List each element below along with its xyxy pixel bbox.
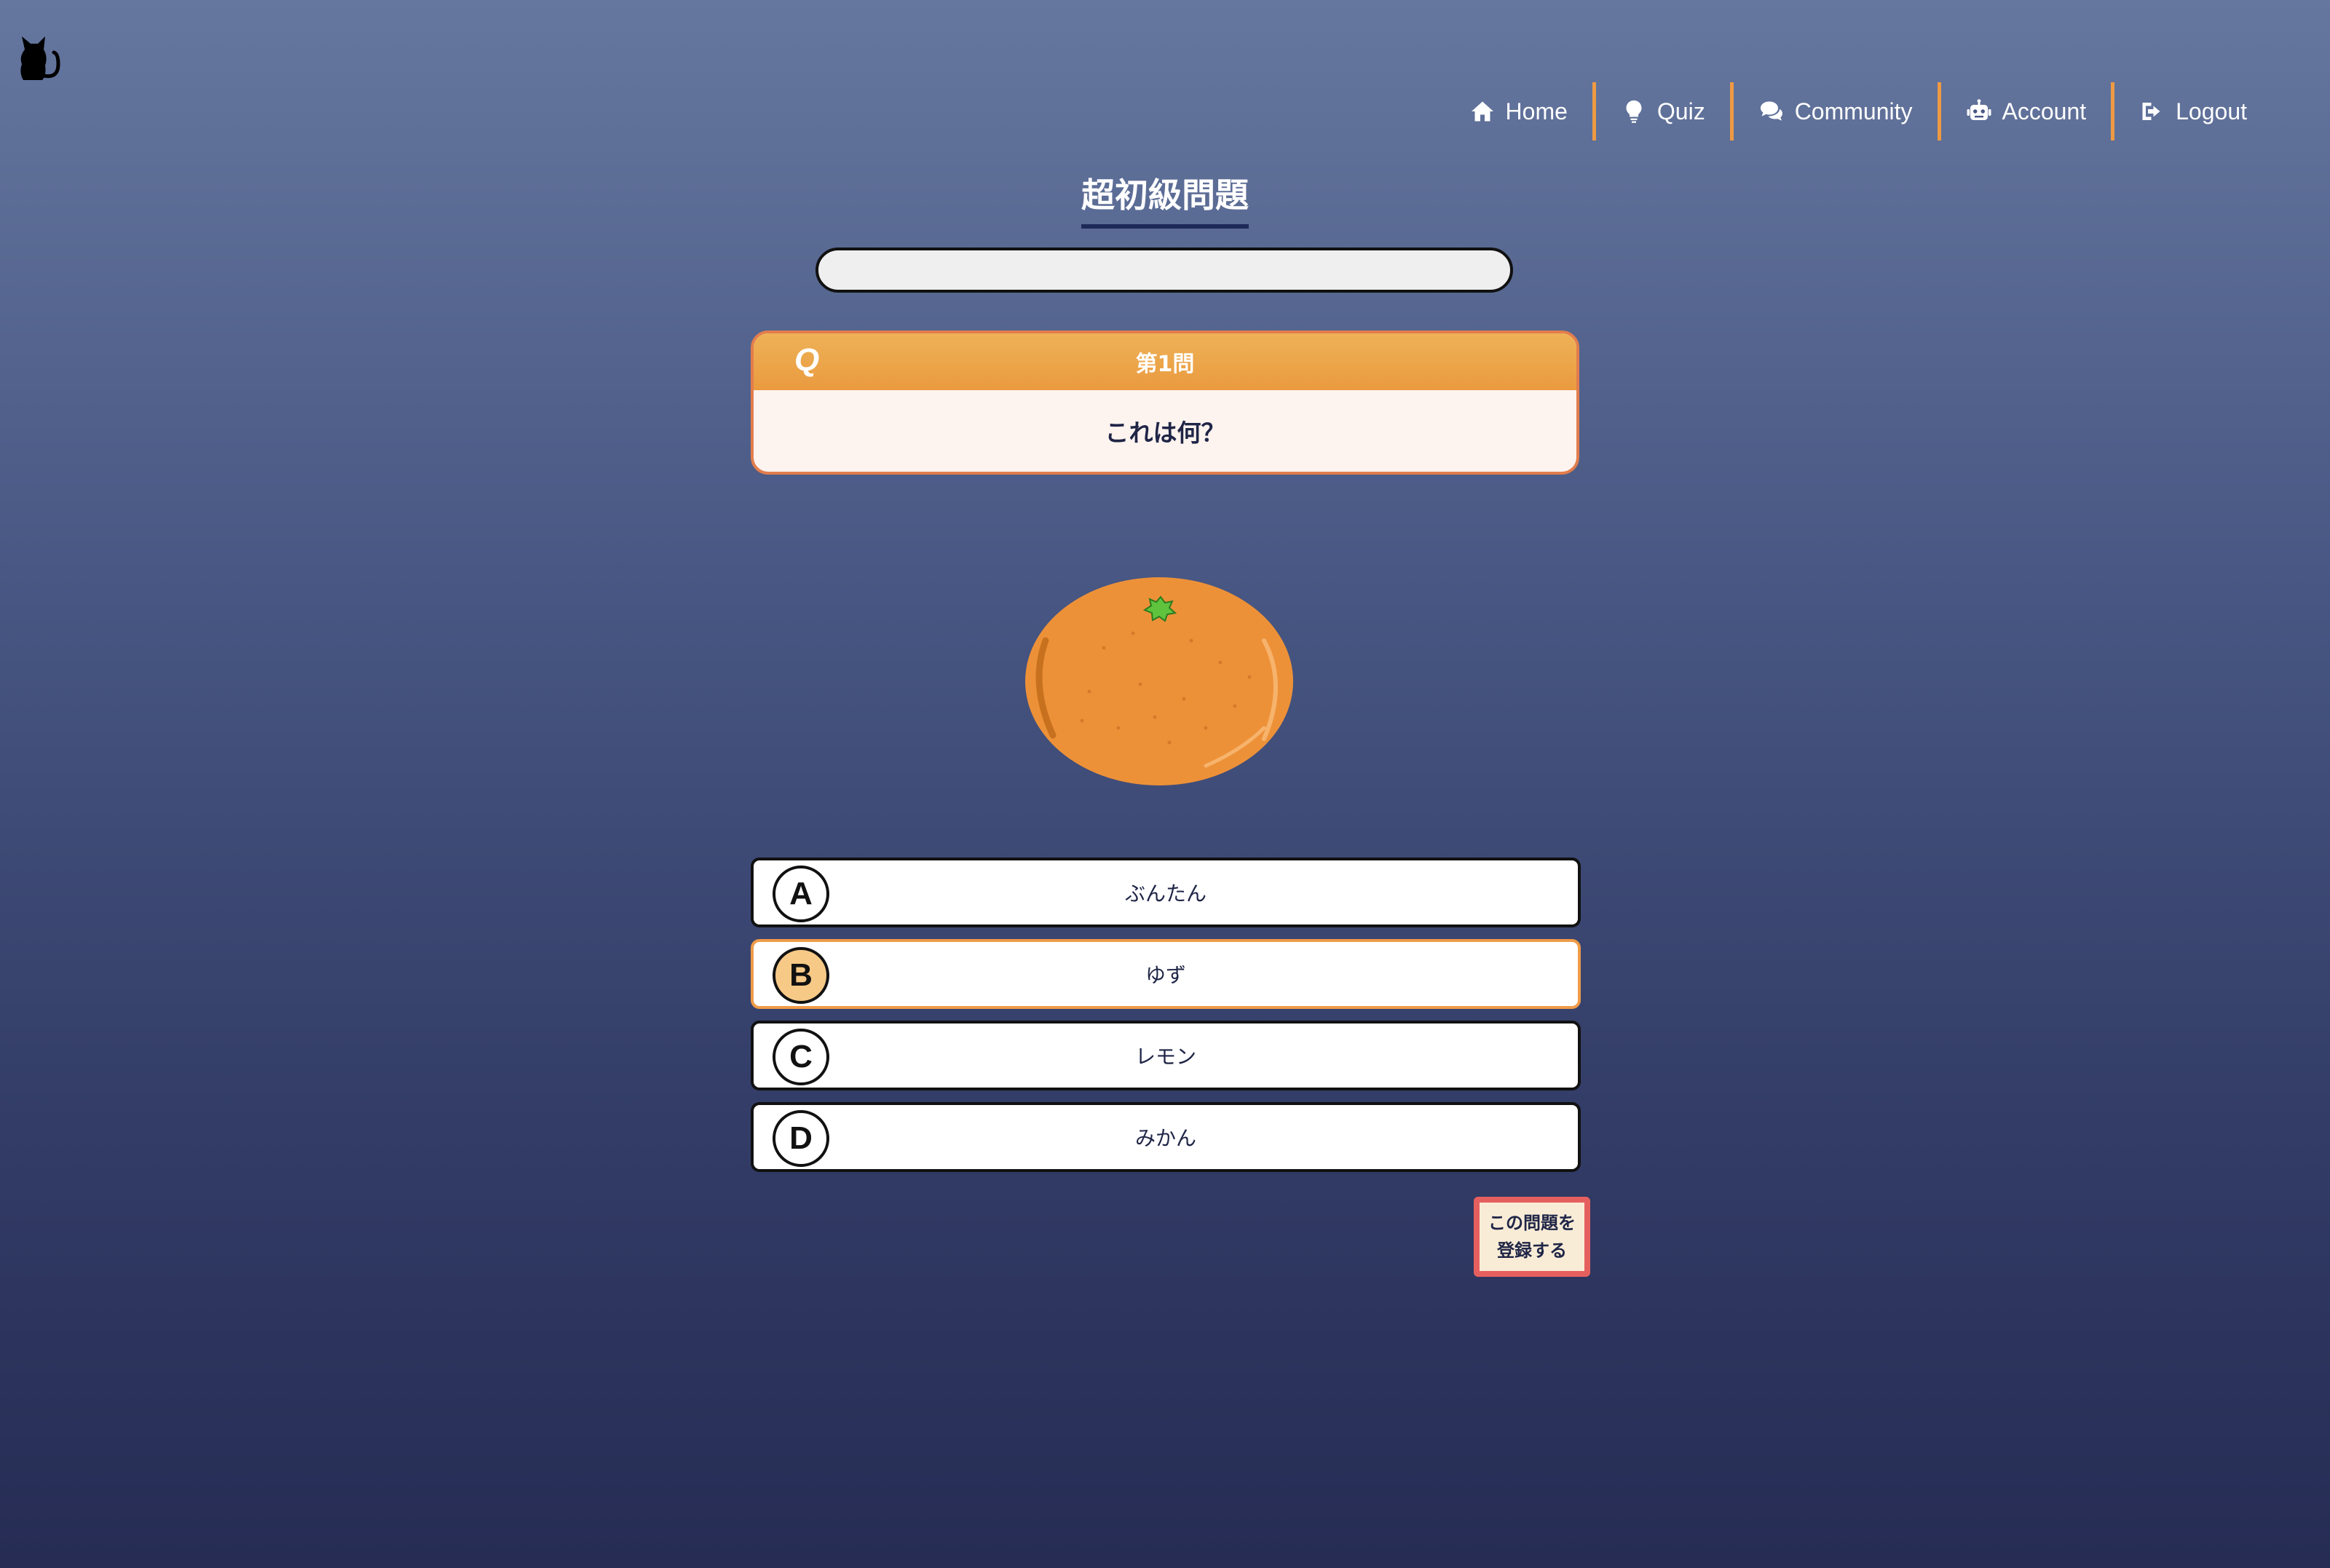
answer-choice-a[interactable]: A ぶんたん [751,858,1581,927]
main-nav: Home Quiz Community Account Logout [1445,82,2272,140]
register-question-button[interactable]: この問題を 登録する [1474,1197,1590,1277]
register-button-line1: この問題を [1488,1213,1576,1233]
choice-text: ゆず [1145,963,1186,987]
answer-choice-c[interactable]: C レモン [751,1021,1581,1090]
question-badge: Q [794,342,820,378]
nav-logout[interactable]: Logout [2114,82,2272,140]
question-card: Q 第1問 これは何？ [751,330,1579,475]
quiz-progress-bar [816,248,1513,293]
choice-letter: C [773,1029,829,1085]
answer-choice-d[interactable]: D みかん [751,1102,1581,1172]
question-text: これは何？ [1105,419,1225,447]
nav-community[interactable]: Community [1734,82,1938,140]
nav-community-label: Community [1794,98,1913,124]
nav-logout-label: Logout [2176,98,2247,124]
nav-quiz[interactable]: Quiz [1596,82,1730,140]
choice-text: レモン [1134,1045,1196,1069]
mandarin-orange-icon [1024,575,1295,788]
quiz-title-text: 超初級問題 [1081,169,1249,229]
choice-letter: D [773,1110,829,1167]
nav-home-label: Home [1505,98,1568,124]
cat-logo-icon[interactable] [16,28,64,83]
answer-choice-b[interactable]: B ゆず [751,939,1581,1009]
choice-text: みかん [1134,1126,1196,1150]
choice-letter: A [773,866,829,922]
choice-text: ぶんたん [1124,882,1207,906]
register-button-line2: 登録する [1497,1240,1567,1261]
nav-account[interactable]: Account [1941,82,2112,140]
robot-icon [1967,99,1991,120]
nav-quiz-label: Quiz [1656,98,1705,124]
lightbulb-icon [1626,100,1642,123]
home-icon [1471,101,1493,122]
question-header: Q 第1問 [754,333,1576,390]
comments-icon [1760,101,1782,121]
nav-account-label: Account [2002,98,2087,124]
nav-home[interactable]: Home [1445,82,1592,140]
quiz-title: 超初級問題 [0,169,2330,229]
question-number: 第1問 [1135,352,1195,377]
choice-letter: B [773,947,829,1004]
answer-choices: A ぶんたん B ゆず C レモン D みかん [751,858,1581,1184]
sign-out-icon [2142,103,2160,120]
